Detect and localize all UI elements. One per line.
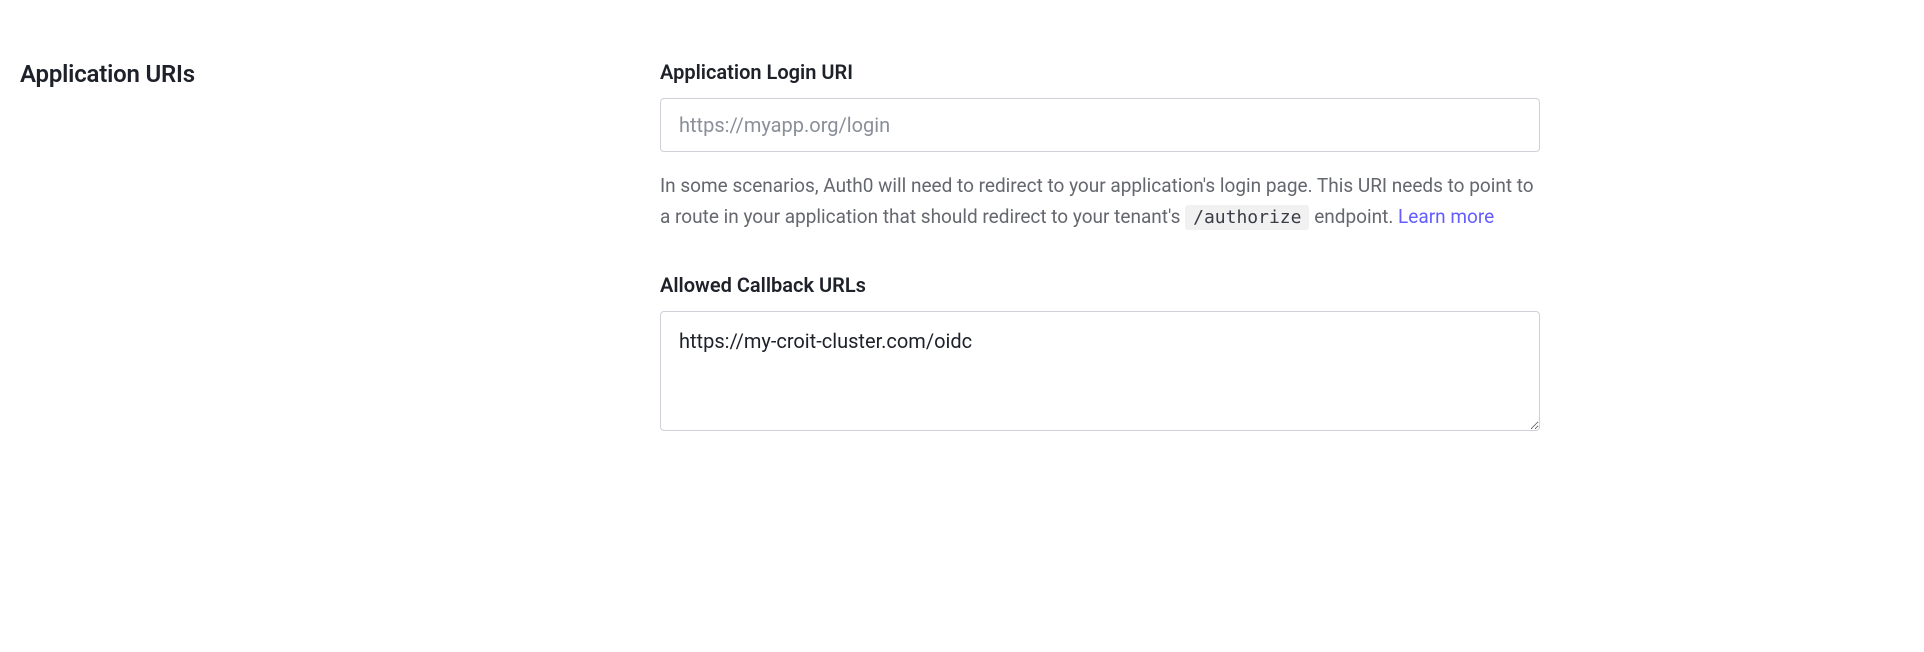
callback-urls-input[interactable]: [660, 311, 1540, 431]
login-uri-field-group: Application Login URI In some scenarios,…: [660, 60, 1540, 233]
callback-urls-label: Allowed Callback URLs: [660, 273, 1540, 297]
section-title: Application URIs: [20, 60, 660, 88]
login-uri-help-text: In some scenarios, Auth0 will need to re…: [660, 170, 1540, 233]
learn-more-link[interactable]: Learn more: [1398, 205, 1494, 228]
callback-urls-field-group: Allowed Callback URLs: [660, 273, 1540, 435]
help-text-after: endpoint.: [1309, 205, 1398, 228]
help-text-code: /authorize: [1185, 205, 1309, 230]
login-uri-label: Application Login URI: [660, 60, 1540, 84]
login-uri-input[interactable]: [660, 98, 1540, 152]
